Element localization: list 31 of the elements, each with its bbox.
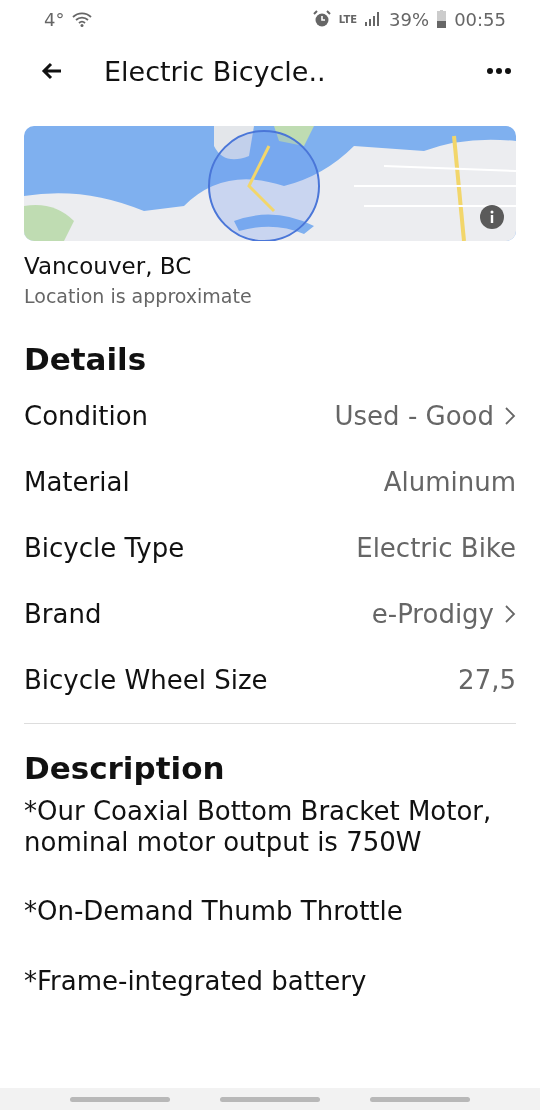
temperature: 4°	[44, 8, 65, 30]
tab-handle[interactable]	[370, 1096, 470, 1102]
section-heading: Description	[24, 750, 226, 786]
detail-label: Bicycle Type	[24, 533, 186, 563]
description-paragraph: *Our Coaxial Bottom Bracket Motor, nominal motor output is 750W	[24, 796, 493, 859]
detail-value: Aluminum	[383, 467, 516, 497]
detail-value[interactable]: Used - Good	[334, 401, 494, 431]
clock: 00:55	[454, 8, 506, 30]
more-icon	[486, 67, 512, 75]
detail-label: Condition	[24, 401, 150, 431]
signal-icon	[365, 12, 382, 26]
description-paragraph: *On-Demand Thumb Throttle	[24, 896, 404, 928]
detail-value: 27,5	[458, 665, 516, 695]
description-paragraph: *Frame-integrated battery	[24, 965, 368, 997]
battery-icon	[437, 10, 447, 28]
detail-value[interactable]: e-Prodigy	[371, 599, 494, 629]
page-title: Electric Bicycle..	[104, 55, 327, 87]
network-label: LTE	[338, 13, 358, 25]
detail-label: Brand	[24, 599, 103, 629]
detail-value: Electric Bike	[356, 533, 516, 563]
wifi-icon	[72, 11, 93, 27]
info-icon[interactable]	[480, 205, 504, 229]
detail-label: Bicycle Wheel Size	[24, 665, 269, 695]
tab-handle[interactable]	[70, 1096, 170, 1102]
tab-handle[interactable]	[220, 1096, 320, 1102]
section-heading: Details	[24, 341, 148, 377]
location-city: Vancouver, BC	[24, 253, 193, 279]
battery-percent: 39%	[389, 8, 430, 30]
alarm-icon	[312, 10, 331, 28]
detail-label: Material	[24, 467, 131, 497]
location-note: Location is approximate	[24, 285, 253, 307]
